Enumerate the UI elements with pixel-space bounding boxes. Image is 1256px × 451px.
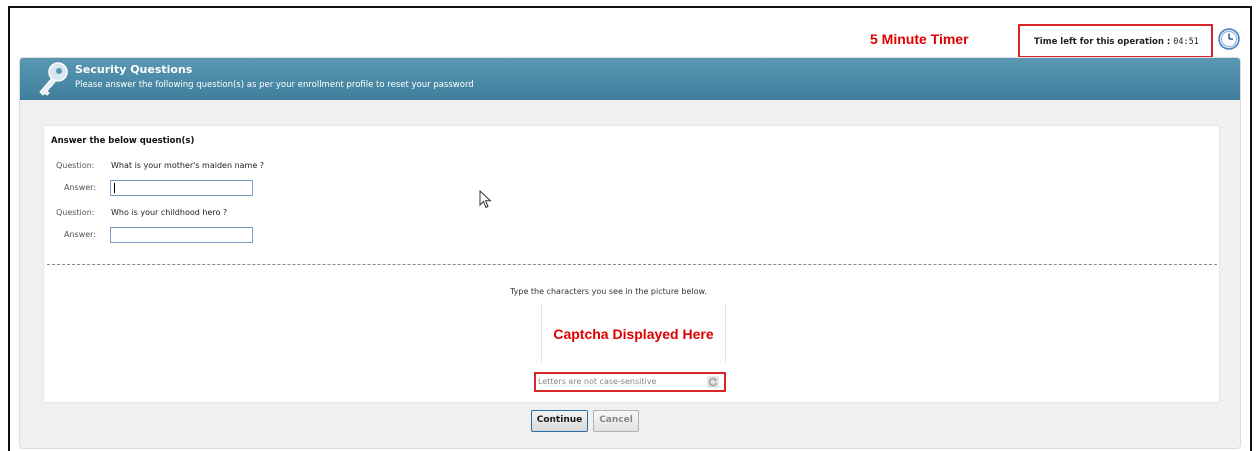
question-label: Question: [56,208,95,217]
divider [47,264,1217,265]
page-title: Security Questions [75,63,193,76]
text-caret [114,183,115,193]
page-subtitle: Please answer the following question(s) … [75,80,474,90]
continue-button[interactable]: Continue [531,410,588,432]
key-icon [39,62,68,96]
captcha-instruction: Type the characters you see in the pictu… [510,287,707,296]
captcha-field-box: Letters are not case-sensitive [534,372,726,392]
timer-annotation: 5 Minute Timer [870,31,969,47]
answer-label: Answer: [64,230,97,239]
refresh-icon[interactable] [707,376,719,388]
timer-value: 04:51 [1173,37,1199,47]
captcha-annotation: Captcha Displayed Here [553,326,714,342]
captcha-input[interactable]: Letters are not case-sensitive [538,376,706,388]
mouse-cursor-icon [479,190,492,209]
timer-box: Time left for this operation : 04:51 [1018,24,1213,58]
question-label: Question: [56,161,95,170]
timer-text: Time left for this operation : 04:51 [1034,37,1199,47]
clock-icon [1218,28,1240,50]
form-container: Answer the below question(s) Question: W… [43,125,1220,403]
page-header: Security Questions Please answer the fol… [20,58,1240,100]
section-title: Answer the below question(s) [51,136,195,146]
answer-label: Answer: [64,183,97,192]
answer-input-1[interactable] [110,180,253,196]
question-text: Who is your childhood hero ? [111,208,228,217]
captcha-image-area: Captcha Displayed Here [541,304,726,362]
cancel-button[interactable]: Cancel [593,410,639,432]
answer-input-2[interactable] [110,227,253,243]
question-text: What is your mother's maiden name ? [111,161,265,170]
timer-label: Time left for this operation : [1034,37,1171,47]
